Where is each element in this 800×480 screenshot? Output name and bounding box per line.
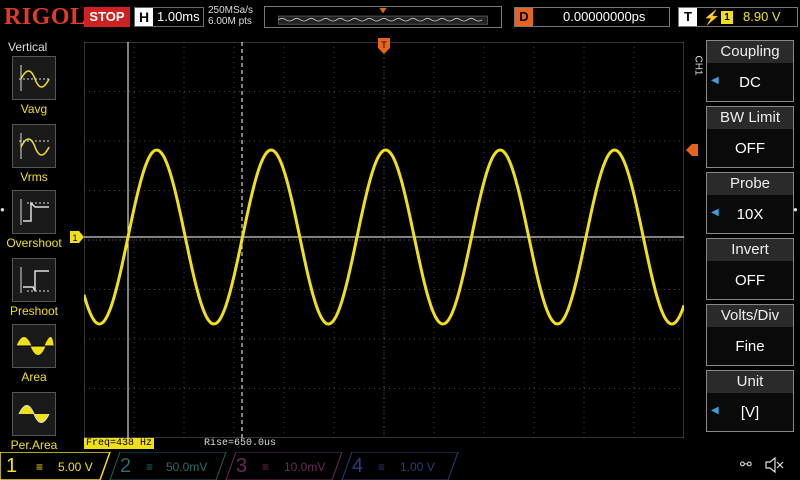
waveform-overview[interactable] — [264, 6, 502, 28]
dc-coupling-icon: ≡ — [146, 460, 154, 474]
channel-scale: 10.0mV — [284, 460, 326, 474]
dc-coupling-icon: ≡ — [262, 460, 270, 474]
measure-item-vavg[interactable]: Vavg — [6, 56, 66, 120]
measure-item-label: Vavg — [20, 102, 48, 116]
rising-edge-icon: ⚡ — [703, 9, 721, 25]
trigger-level: 8.90 V — [743, 9, 781, 24]
channel-number: 3 — [236, 455, 248, 477]
left-panel-handle-icon[interactable]: ● — [0, 205, 5, 214]
channel-scale: 50.0mV — [166, 460, 208, 474]
measure-item-vrms[interactable]: Vrms — [6, 124, 66, 188]
timebase-value: 1.00ms — [157, 9, 200, 24]
measure-item-preshoot[interactable]: Preshoot — [6, 258, 66, 322]
channel-number: 4 — [352, 455, 364, 477]
trigger-time-marker-icon[interactable]: T — [378, 38, 390, 56]
delay-label: D — [515, 8, 533, 26]
menu-item-title: Invert — [707, 239, 793, 261]
svg-text:T: T — [381, 40, 387, 50]
measure-item-label: Vrms — [20, 170, 48, 184]
delay-value: 0.00000000ps — [563, 9, 646, 24]
menu-probe[interactable]: Probe ◀ 10X — [706, 172, 794, 234]
channel-scale: 5.00 V — [58, 460, 93, 474]
menu-item-value: OFF — [735, 140, 765, 157]
menu-item-title: Probe — [707, 173, 793, 195]
channel-2-tab[interactable]: 2 ≡ 50.0mV — [120, 454, 220, 478]
menu-item-value: 10X — [736, 206, 764, 223]
menu-item-title: Volts/Div — [707, 305, 793, 327]
usb-icon: ⚯ — [740, 456, 752, 472]
svg-text:1: 1 — [72, 233, 77, 243]
channel-number: 2 — [120, 455, 132, 477]
trigger-position-marker-icon — [379, 7, 387, 14]
sample-info: 250MSa/s 6.00M pts — [208, 5, 253, 27]
menu-item-value: Fine — [735, 338, 765, 355]
menu-volts-div[interactable]: Volts/Div Fine — [706, 304, 794, 366]
menu-item-value: OFF — [735, 272, 765, 289]
vavg-icon — [12, 56, 56, 100]
freq-measurement: Freq=438 Hz — [84, 438, 155, 449]
delay-box[interactable]: D 0.00000000ps — [514, 7, 670, 27]
menu-item-title: Unit — [707, 371, 793, 393]
channel-4-tab[interactable]: 4 ≡ 1.00 V — [352, 454, 452, 478]
measure-item-area[interactable]: Area — [6, 324, 66, 388]
menu-item-title: Coupling — [707, 41, 793, 63]
menu-item-value: [V] — [740, 404, 760, 421]
overshoot-icon — [12, 190, 56, 234]
trigger-box[interactable]: T ⚡ 1 8.90 V — [678, 7, 798, 27]
preshoot-icon — [12, 258, 56, 302]
channel-menu-title: CH1 — [692, 55, 704, 76]
run-stop-button[interactable]: STOP — [84, 7, 130, 27]
waveform-display[interactable] — [84, 42, 684, 438]
menu-item-value: DC — [739, 74, 761, 91]
trigger-source: 1 — [721, 11, 733, 24]
rise-measurement: Rise=650.0us — [204, 438, 277, 449]
horizontal-timebase[interactable]: H 1.00ms — [134, 7, 204, 27]
per-area-icon — [12, 392, 56, 436]
menu-bw-limit[interactable]: BW Limit OFF — [706, 106, 794, 168]
area-icon — [12, 324, 56, 368]
channel-scale: 1.00 V — [400, 460, 435, 474]
ch1-offset-marker-icon[interactable]: 1 — [70, 231, 84, 243]
horizontal-label: H — [135, 8, 153, 26]
brand-logo: RIGOL — [4, 4, 87, 30]
trigger-level-marker-icon[interactable] — [686, 144, 698, 156]
right-panel-handle-icon[interactable]: ● — [793, 205, 798, 214]
menu-item-title: BW Limit — [707, 107, 793, 129]
trigger-label: T — [679, 8, 697, 26]
measure-item-label: Overshoot — [6, 236, 62, 250]
menu-coupling[interactable]: Coupling ◀ DC — [706, 40, 794, 102]
dc-coupling-icon: ≡ — [378, 460, 386, 474]
channel-3-tab[interactable]: 3 ≡ 10.0mV — [236, 454, 336, 478]
memory-depth: 6.00M pts — [208, 16, 252, 27]
channel-1-tab[interactable]: 1 ≡ 5.00 V — [6, 454, 106, 478]
sample-rate: 250MSa/s — [208, 5, 254, 16]
dc-coupling-icon: ≡ — [36, 460, 44, 474]
measure-item-overshoot[interactable]: Overshoot — [6, 190, 66, 254]
measure-item-label: Preshoot — [9, 304, 59, 318]
speaker-muted-icon[interactable] — [764, 456, 784, 474]
menu-invert[interactable]: Invert OFF — [706, 238, 794, 300]
measure-category-title: Vertical — [8, 40, 48, 54]
channel-number: 1 — [6, 455, 18, 477]
menu-unit[interactable]: Unit ◀ [V] — [706, 370, 794, 432]
measure-item-label: Area — [21, 370, 47, 384]
measure-item-per-area[interactable]: Per.Area — [6, 392, 66, 456]
vrms-icon — [12, 124, 56, 168]
